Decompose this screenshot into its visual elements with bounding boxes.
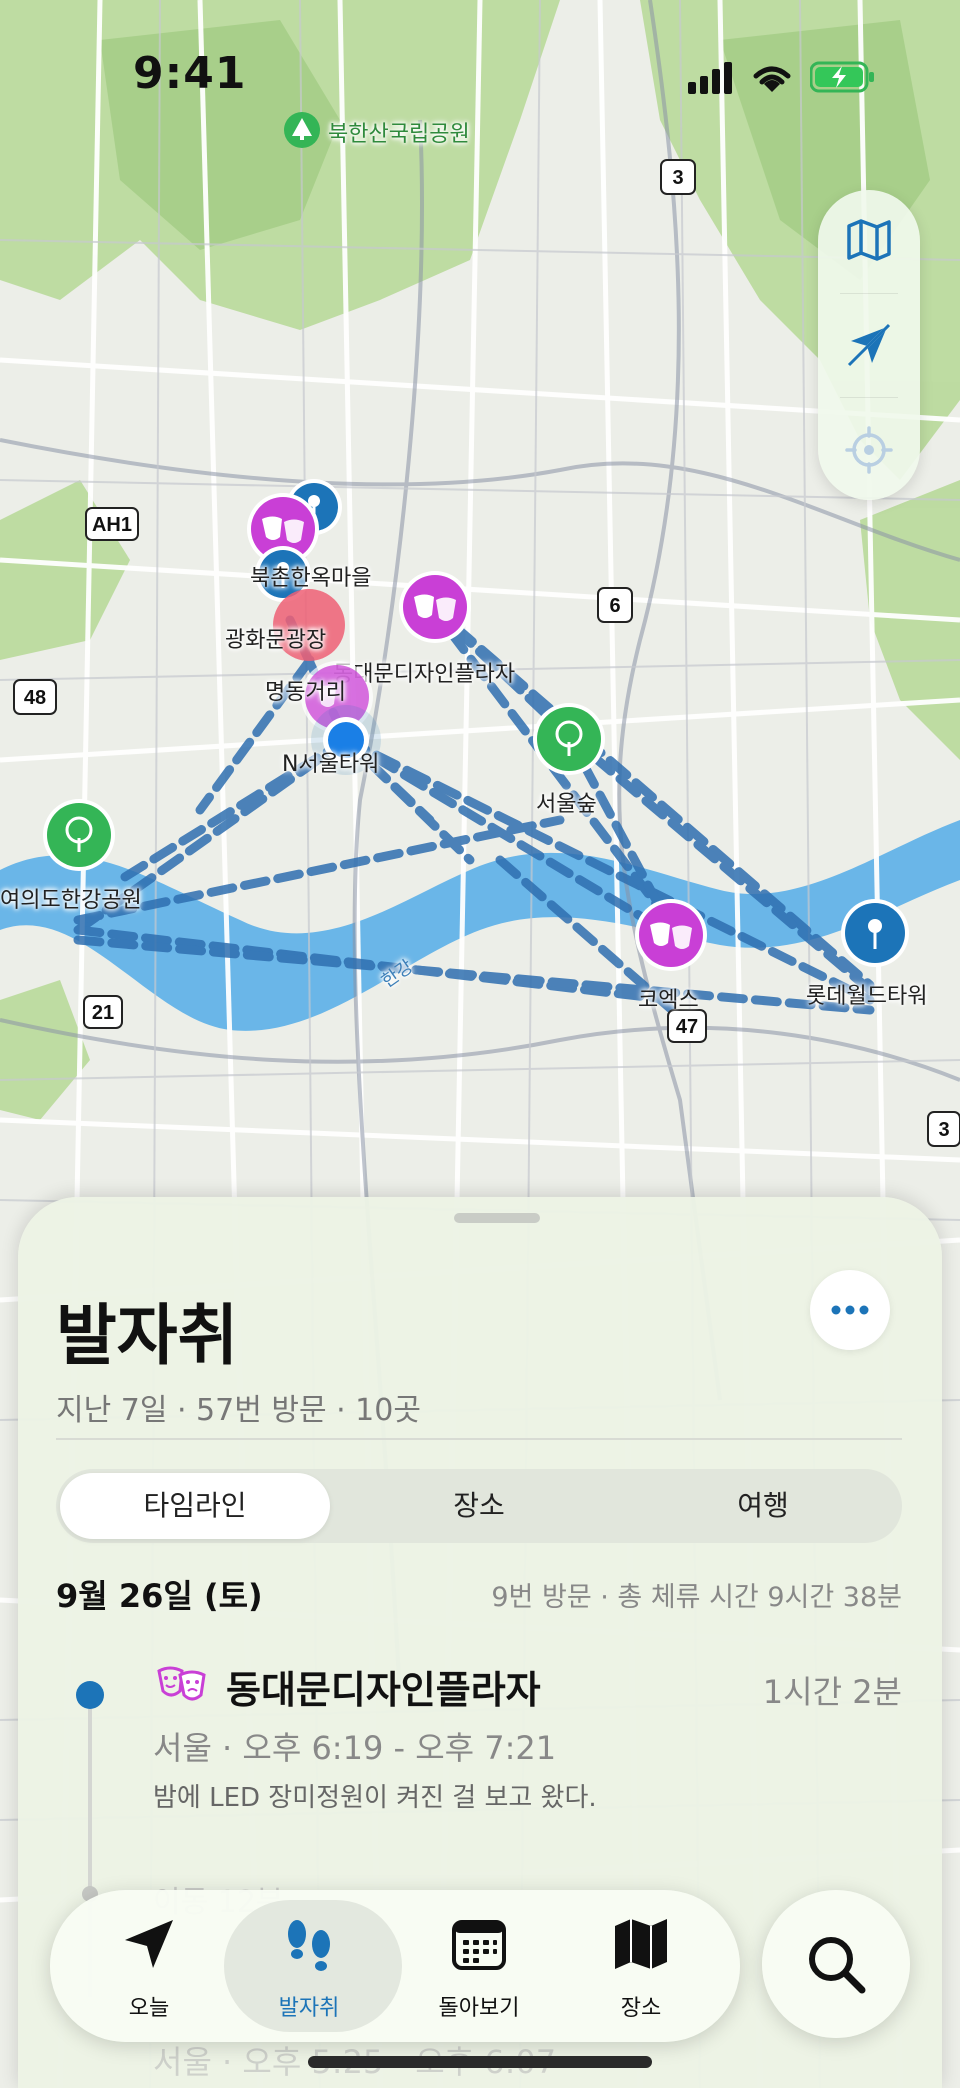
shield-label: 47 xyxy=(676,1016,698,1038)
tab-label: 발자취 xyxy=(278,1996,340,2021)
tab-label: 돌아보기 xyxy=(438,1996,520,2021)
pin-lotte-marker[interactable] xyxy=(840,898,910,968)
shield-label: 48 xyxy=(24,687,46,709)
date-stats: 9번 방문 · 총 체류 시간 9시간 38분 xyxy=(491,1582,902,1613)
segment-places[interactable]: 장소 xyxy=(344,1469,614,1543)
ellipsis-icon xyxy=(831,1305,869,1315)
map-label-seoulforest: 서울숲 xyxy=(536,792,597,817)
pin-seoulforest-marker[interactable] xyxy=(532,702,606,776)
pin-coex-marker[interactable] xyxy=(634,898,708,972)
control-divider xyxy=(840,293,898,294)
visit-note: 밤에 LED 장미정원이 켜진 걸 보고 왔다. xyxy=(153,1783,597,1813)
map-icon xyxy=(847,219,891,261)
tab-label: 장소 xyxy=(620,1996,662,2021)
tab-bar: 오늘 발자취 돌아보기 장소 xyxy=(50,1890,740,2042)
theater-masks-icon xyxy=(157,1666,206,1701)
map-icon xyxy=(615,1919,667,1969)
map-controls xyxy=(818,190,920,500)
sheet-grabber[interactable] xyxy=(454,1213,540,1223)
tab-review[interactable]: 돌아보기 xyxy=(394,1890,564,2042)
shield-label: 3 xyxy=(938,1119,949,1141)
tab-label: 오늘 xyxy=(128,1996,170,2021)
search-icon xyxy=(809,1937,866,1994)
crosshair-icon xyxy=(845,426,893,474)
navigation-arrow-icon xyxy=(125,1920,173,1968)
date-heading: 9월 26일 (토) xyxy=(56,1577,263,1615)
recenter-button[interactable] xyxy=(818,295,920,395)
page-title: 발자취 xyxy=(56,1297,239,1374)
footprints-icon xyxy=(288,1920,330,1971)
map-label-gwanghwamun: 광화문광장 xyxy=(225,628,327,653)
pin-yeouido-marker[interactable] xyxy=(42,798,116,872)
search-button[interactable] xyxy=(762,1890,910,2038)
divider xyxy=(56,1438,902,1440)
more-button[interactable] xyxy=(810,1270,890,1350)
location-arrow-icon xyxy=(847,323,891,367)
battery-charging-icon xyxy=(810,61,874,93)
shield-label: AH1 xyxy=(92,514,132,536)
summary-text: 지난 7일 · 57번 방문 · 10곳 xyxy=(56,1393,421,1428)
status-bar: 9:41 xyxy=(0,0,960,150)
segmented-control: 타임라인 장소 여행 xyxy=(56,1469,902,1543)
shield-label: 21 xyxy=(92,1002,114,1024)
map-label-namsan: N서울타워 xyxy=(282,752,380,777)
map-label-myeongdong: 명동거리 xyxy=(265,680,346,705)
visit-title[interactable]: 동대문디자인플라자 xyxy=(226,1659,541,1714)
segment-timeline[interactable]: 타임라인 xyxy=(60,1473,330,1539)
map-mode-button[interactable] xyxy=(818,190,920,290)
map-label-yeouido: 여의도한강공원 xyxy=(0,888,142,913)
pin-ddp-marker[interactable] xyxy=(398,570,472,644)
map-label-lotte: 롯데월드타워 xyxy=(806,984,928,1009)
status-time: 9:41 xyxy=(133,48,247,99)
visit-meta: 서울 · 오후 6:19 - 오후 7:21 xyxy=(153,1729,557,1767)
segment-trips[interactable]: 여행 xyxy=(628,1469,898,1543)
wifi-icon xyxy=(753,66,791,92)
tab-footprints[interactable]: 발자취 xyxy=(224,1890,402,2042)
tab-places[interactable]: 장소 xyxy=(556,1890,726,2042)
shield-label: 6 xyxy=(609,595,620,617)
visit-duration: 1시간 2분 xyxy=(762,1673,902,1711)
calendar-icon xyxy=(452,1920,506,1970)
timeline-dot xyxy=(76,1681,104,1709)
signal-icon xyxy=(688,62,732,94)
control-divider xyxy=(840,397,898,398)
tab-today[interactable]: 오늘 xyxy=(64,1890,234,2042)
home-indicator[interactable] xyxy=(308,2056,652,2068)
shield-label: 3 xyxy=(672,167,683,189)
locate-button[interactable] xyxy=(818,400,920,500)
map-label-coex: 코엑스 xyxy=(638,988,699,1013)
